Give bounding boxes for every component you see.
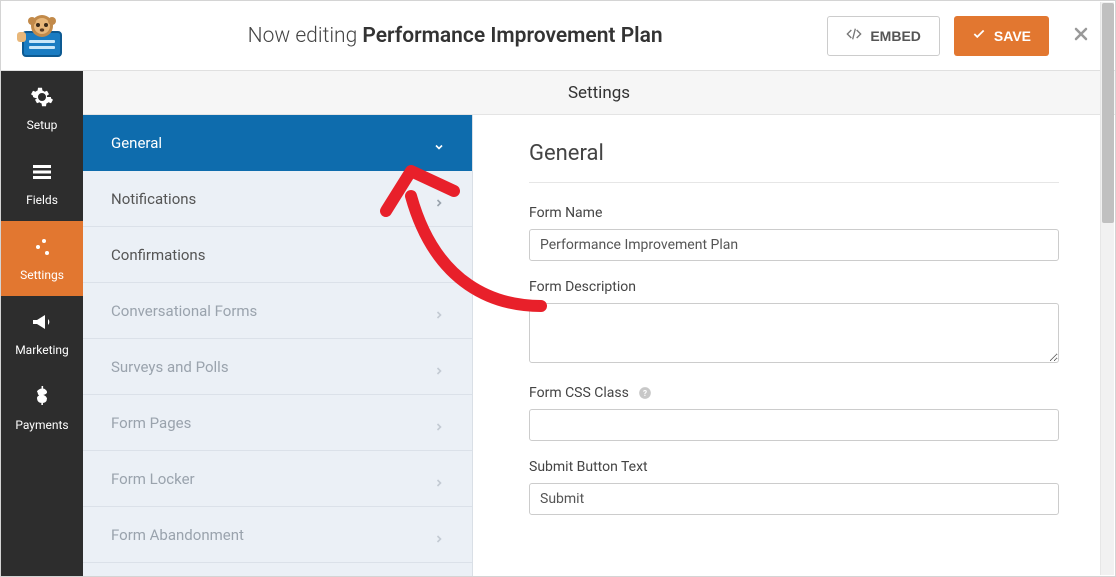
help-icon[interactable]: ? xyxy=(638,386,652,400)
nav-marketing-label: Marketing xyxy=(15,343,69,357)
editing-title: Now editing Performance Improvement Plan xyxy=(83,24,827,48)
nav-setup[interactable]: Setup xyxy=(1,71,83,146)
form-css-class-input[interactable] xyxy=(529,409,1059,441)
form-css-class-label: Form CSS Class ? xyxy=(529,385,1059,401)
settings-tab-surveys-polls-label: Surveys and Polls xyxy=(111,358,229,376)
megaphone-icon xyxy=(30,310,54,337)
close-button[interactable] xyxy=(1063,24,1099,48)
editing-prefix: Now editing xyxy=(248,24,358,48)
svg-text:$: $ xyxy=(36,385,47,408)
list-icon xyxy=(30,160,54,187)
chevron-right-icon xyxy=(434,474,444,484)
settings-tab-confirmations[interactable]: Confirmations xyxy=(83,227,472,283)
settings-tab-form-locker[interactable]: Form Locker xyxy=(83,451,472,507)
nav-marketing[interactable]: Marketing xyxy=(1,296,83,371)
save-label: SAVE xyxy=(994,28,1031,44)
check-icon xyxy=(972,27,986,44)
form-name-input[interactable] xyxy=(529,229,1059,261)
settings-tab-form-abandonment[interactable]: Form Abandonment xyxy=(83,507,472,563)
submit-button-text-input[interactable] xyxy=(529,483,1059,515)
nav-setup-label: Setup xyxy=(27,118,58,132)
form-description-input[interactable] xyxy=(529,303,1059,363)
save-button[interactable]: SAVE xyxy=(954,16,1049,56)
dollar-icon: $ xyxy=(30,385,54,412)
chevron-right-icon xyxy=(434,306,444,316)
content-title: Settings xyxy=(83,71,1115,115)
settings-tab-conversational-forms-label: Conversational Forms xyxy=(111,302,257,320)
settings-tab-general[interactable]: General xyxy=(83,115,472,171)
close-icon xyxy=(1071,24,1091,48)
settings-tab-notifications[interactable]: Notifications xyxy=(83,171,472,227)
nav-settings-label: Settings xyxy=(20,268,64,282)
settings-tab-notifications-label: Notifications xyxy=(111,190,196,208)
gear-icon xyxy=(30,85,54,112)
embed-label: EMBED xyxy=(870,28,921,44)
chevron-down-icon xyxy=(434,138,444,148)
settings-tab-conversational-forms[interactable]: Conversational Forms xyxy=(83,283,472,339)
code-icon xyxy=(846,26,862,45)
chevron-right-icon xyxy=(434,194,444,204)
settings-tab-form-abandonment-label: Form Abandonment xyxy=(111,526,244,544)
settings-tab-form-pages[interactable]: Form Pages xyxy=(83,395,472,451)
scrollbar-thumb[interactable] xyxy=(1102,3,1114,223)
panel-heading: General xyxy=(529,141,1059,183)
chevron-right-icon xyxy=(434,530,444,540)
submit-button-text-label: Submit Button Text xyxy=(529,459,1059,475)
embed-button[interactable]: EMBED xyxy=(827,16,940,56)
chevron-right-icon xyxy=(434,250,444,260)
form-description-label: Form Description xyxy=(529,279,1059,295)
sliders-icon xyxy=(30,235,54,262)
nav-payments[interactable]: $ Payments xyxy=(1,371,83,446)
svg-text:?: ? xyxy=(643,388,647,398)
scrollbar[interactable] xyxy=(1100,2,1114,575)
settings-tab-form-locker-label: Form Locker xyxy=(111,470,195,488)
chevron-right-icon xyxy=(434,418,444,428)
nav-fields-label: Fields xyxy=(26,193,58,207)
editing-form-name: Performance Improvement Plan xyxy=(362,24,662,48)
form-css-class-label-text: Form CSS Class xyxy=(529,385,629,401)
settings-tab-confirmations-label: Confirmations xyxy=(111,246,205,264)
chevron-right-icon xyxy=(434,362,444,372)
settings-tab-surveys-polls[interactable]: Surveys and Polls xyxy=(83,339,472,395)
settings-tab-general-label: General xyxy=(111,134,162,152)
wpforms-logo xyxy=(1,1,83,71)
nav-settings[interactable]: Settings xyxy=(1,221,83,296)
settings-tab-form-pages-label: Form Pages xyxy=(111,414,191,432)
nav-fields[interactable]: Fields xyxy=(1,146,83,221)
nav-payments-label: Payments xyxy=(15,418,68,432)
form-name-label: Form Name xyxy=(529,205,1059,221)
